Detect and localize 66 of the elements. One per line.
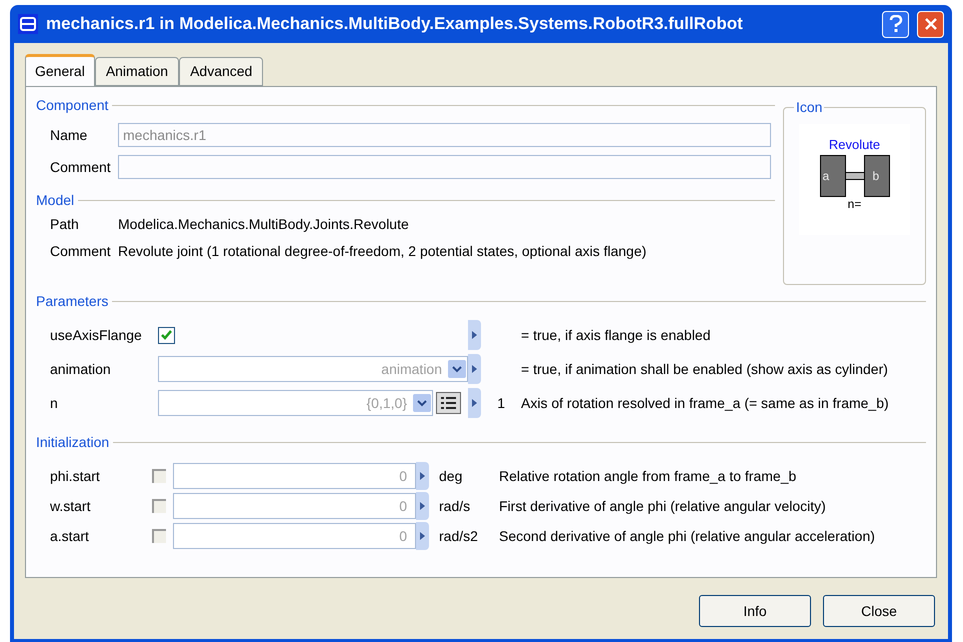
joint-shaft [846,172,864,180]
fixed-checkbox[interactable] [152,499,166,513]
help-button[interactable] [882,10,909,38]
matrix-editor-button[interactable] [436,392,461,414]
section-heading: Initialization [36,433,110,452]
expand-button[interactable] [468,388,481,418]
unit-text: rad/s [438,496,472,516]
fixed-checkbox[interactable] [152,469,166,483]
caret-right-icon [472,365,477,373]
dialog-button[interactable]: Close [823,595,935,627]
expand-button[interactable] [416,522,429,550]
name-field[interactable]: mechanics.r1 [118,123,771,147]
expand-button[interactable] [416,462,429,490]
parameter-description: = true, if animation shall be enabled (show axis as cylinder) [521,360,888,379]
window-icon [18,14,38,34]
caret-right-icon [472,331,477,339]
section-heading: Component [36,96,108,115]
start-value-field[interactable]: 0 [173,463,416,489]
checkmark-icon [161,330,172,340]
unit-text: deg [438,466,464,486]
joint-body: a [820,155,846,197]
parameter-name: n [50,394,59,412]
section-heading: Parameters [36,292,108,311]
parameter-description: = true, if axis flange is enabled [521,326,711,345]
caret-right-icon [472,399,477,407]
tab[interactable]: General [25,54,95,86]
info-value: Revolute joint (1 rotational degree-of-freedom, 2 potential states, optional axis flange) [118,242,646,261]
expand-button[interactable] [468,320,481,350]
fixed-checkbox[interactable] [152,529,166,543]
variable-description: Second derivative of angle phi (relative angular acceleration) [499,526,875,546]
start-value-field[interactable]: 0 [173,493,416,519]
variable-name: a.start [50,526,90,546]
help-icon [888,15,902,33]
parameter-name: animation [50,360,112,378]
table-icon [440,396,457,410]
tab[interactable]: Animation [94,57,180,86]
model-name: Revolute [828,138,880,151]
info-label: Path [50,215,80,234]
dialog-button[interactable]: Info [699,595,811,627]
variable-name: w.start [50,496,92,516]
start-value-field[interactable]: 0 [173,523,416,549]
info-value: Modelica.Mechanics.MultiBody.Joints.Revolute [118,215,409,234]
field-label: Comment [50,158,112,176]
variable-description: First derivative of angle phi (relative angular velocity) [499,496,826,516]
caret-right-icon [420,472,425,480]
caret-right-icon [420,502,425,510]
unit-text: 1 [496,394,506,412]
variable-name: phi.start [50,466,101,486]
checkbox[interactable] [158,326,175,344]
info-label: Comment [50,242,112,261]
field-label: Name [50,126,88,144]
expand-button[interactable] [468,354,481,384]
variable-description: Relative rotation angle from frame_a to frame_b [499,466,796,486]
comment-field[interactable] [118,155,771,179]
expand-button[interactable] [416,492,429,520]
caret-right-icon [420,532,425,540]
unit-text: rad/s2 [438,526,479,546]
joint-body: b [864,155,890,197]
parameter-description: Axis of rotation resolved in frame_a (= same as in frame_b) [521,394,889,413]
tab[interactable]: Advanced [179,57,264,86]
close-icon [924,17,938,31]
section-heading: Model [36,191,74,210]
window-title: mechanics.r1 in Modelica.Mechanics.MultiBody.Examples.Systems.RobotR3.fullRobot [46,13,744,36]
close-button[interactable] [917,10,944,38]
parameter-name: useAxisFlange [50,326,143,345]
parameter-text: n= [848,197,862,212]
